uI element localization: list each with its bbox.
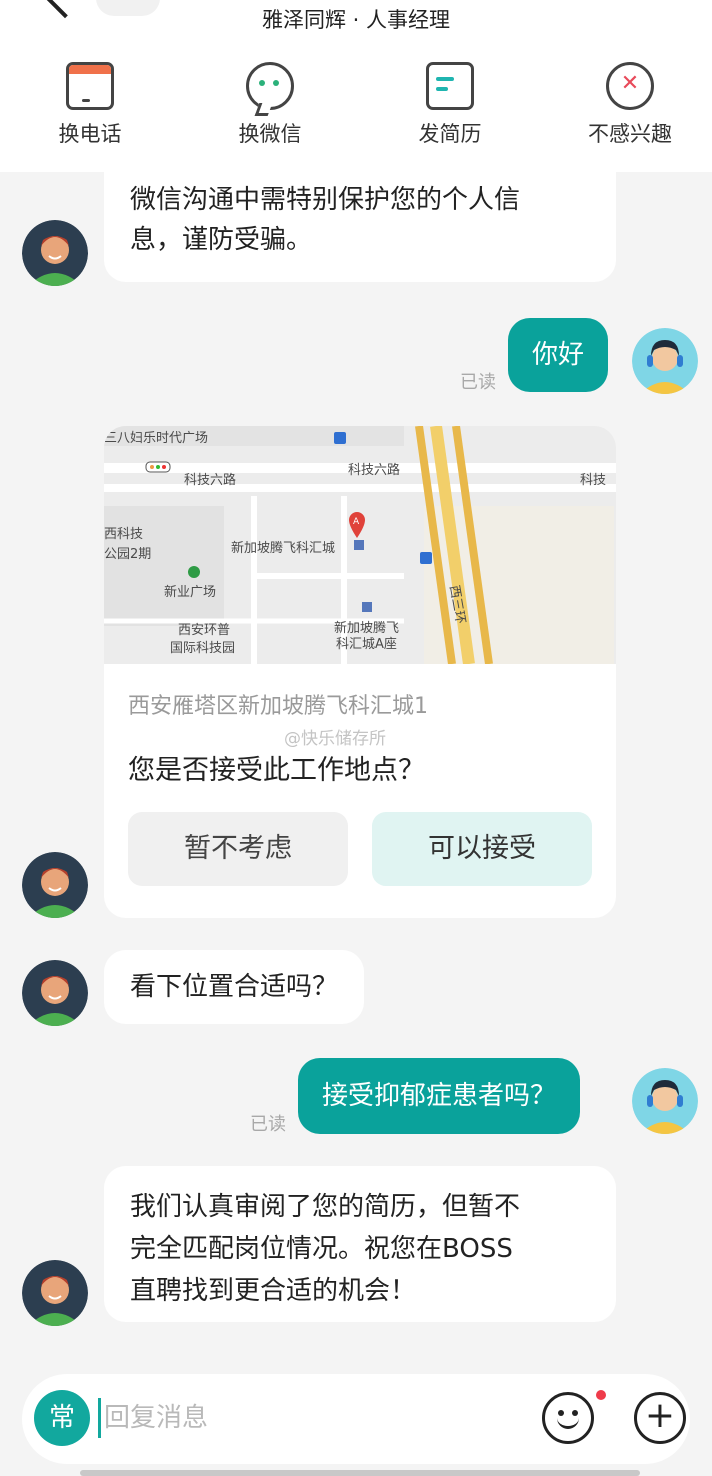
map-label: 公园2期	[104, 547, 151, 562]
map-label: 国际科技园	[170, 641, 235, 656]
map-label: 科技	[580, 473, 606, 488]
recruiter-avatar[interactable]	[22, 960, 88, 1026]
map-label: 科汇城A座	[336, 637, 397, 652]
plus-icon[interactable]: +	[634, 1392, 686, 1444]
message-bubble-question: 接受抑郁症患者吗？	[298, 1058, 581, 1134]
send-resume-label: 发简历	[418, 122, 482, 146]
common-phrases-button[interactable]: 常	[34, 1390, 90, 1446]
read-status: 已读	[250, 1114, 286, 1135]
message-input-bar: 常 +	[0, 1352, 712, 1476]
watermark-text: @快乐储存所	[284, 729, 386, 749]
wechat-icon	[246, 62, 294, 110]
message-bubble-rejection: 我们认真审阅了您的简历，但暂不 完全匹配岗位情况。祝您在BOSS 直聘找到更合适…	[104, 1166, 616, 1322]
my-avatar[interactable]	[632, 1068, 698, 1134]
map-label: 科技六路	[184, 472, 236, 488]
message-line: 息，谨防受骗。	[130, 225, 313, 255]
exchange-wechat-label: 换微信	[238, 122, 302, 146]
quick-actions: 换电话 换微信 发简历 ✕ 不感兴趣	[0, 62, 712, 162]
message-line: 为保障您的安全建议在平台内沟通，	[130, 172, 590, 180]
message-line: 微信沟通中需特别保护您的个人信	[130, 185, 521, 215]
exchange-phone-label: 换电话	[58, 122, 122, 146]
resume-icon	[426, 62, 474, 110]
location-address: 西安雁塔区新加坡腾飞科汇城1	[128, 694, 428, 719]
exchange-phone-button[interactable]: 换电话	[20, 62, 160, 162]
my-avatar[interactable]	[632, 328, 698, 394]
notification-dot	[596, 1390, 606, 1400]
send-resume-button[interactable]: 发简历	[380, 62, 520, 162]
message-bubble-hello: 你好	[508, 318, 609, 392]
input-container: 常 +	[22, 1374, 690, 1464]
map-preview[interactable]: 三八妇乐时代广场 科技六路 科技六路 科技 西科技 公园2期 新加坡腾飞科汇城 …	[104, 426, 616, 665]
map-label: 新加坡腾飞科汇城	[231, 540, 335, 556]
message-line: 完全匹配岗位情况。祝您在BOSS	[130, 1234, 513, 1264]
recruiter-avatar[interactable]	[22, 220, 88, 286]
chat-header: ··· 雅泽同辉 · 人事经理 换电话 换微信 发简历 ✕ 不感兴趣	[0, 0, 712, 172]
map-label: 西安环普	[178, 623, 230, 638]
map-label: 科技六路	[348, 462, 400, 478]
not-interested-icon: ✕	[606, 62, 654, 110]
not-interested-label: 不感兴趣	[588, 122, 672, 146]
recruiter-avatar[interactable]	[22, 1260, 88, 1326]
chat-title: 雅泽同辉 · 人事经理	[261, 8, 451, 32]
message-bubble-safety-notice: 为保障您的安全建议在平台内沟通， 微信沟通中需特别保护您的个人信 息，谨防受骗。	[104, 172, 616, 282]
message-bubble-location-check: 看下位置合适吗？	[104, 950, 365, 1024]
map-label: 新加坡腾飞	[334, 620, 399, 636]
message-line: 我们认真审阅了您的简历，但暂不	[130, 1192, 521, 1222]
map-label: 新业广场	[164, 584, 216, 600]
map-label: 西科技	[104, 527, 143, 542]
accept-location-button[interactable]: 可以接受	[372, 812, 592, 886]
map-marker-label: A	[353, 517, 360, 527]
decline-location-button[interactable]: 暂不考虑	[128, 812, 348, 886]
not-interested-button[interactable]: ✕ 不感兴趣	[560, 62, 700, 162]
chat-message-list[interactable]: 为保障您的安全建议在平台内沟通， 微信沟通中需特别保护您的个人信 息，谨防受骗。…	[0, 172, 712, 1352]
map-label: 三八妇乐时代广场	[104, 430, 208, 446]
location-question: 您是否接受此工作地点？	[128, 755, 425, 786]
exchange-wechat-button[interactable]: 换微信	[200, 62, 340, 162]
message-line: 直聘找到更合适的机会！	[130, 1276, 417, 1306]
reply-message-input[interactable]	[104, 1396, 404, 1440]
emoji-icon[interactable]	[542, 1392, 594, 1444]
phone-icon	[66, 62, 114, 110]
text-cursor	[98, 1398, 101, 1438]
recruiter-avatar[interactable]	[22, 852, 88, 918]
home-indicator	[80, 1470, 640, 1476]
read-status: 已读	[460, 372, 496, 393]
location-card: 三八妇乐时代广场 科技六路 科技六路 科技 西科技 公园2期 新加坡腾飞科汇城 …	[104, 426, 616, 918]
